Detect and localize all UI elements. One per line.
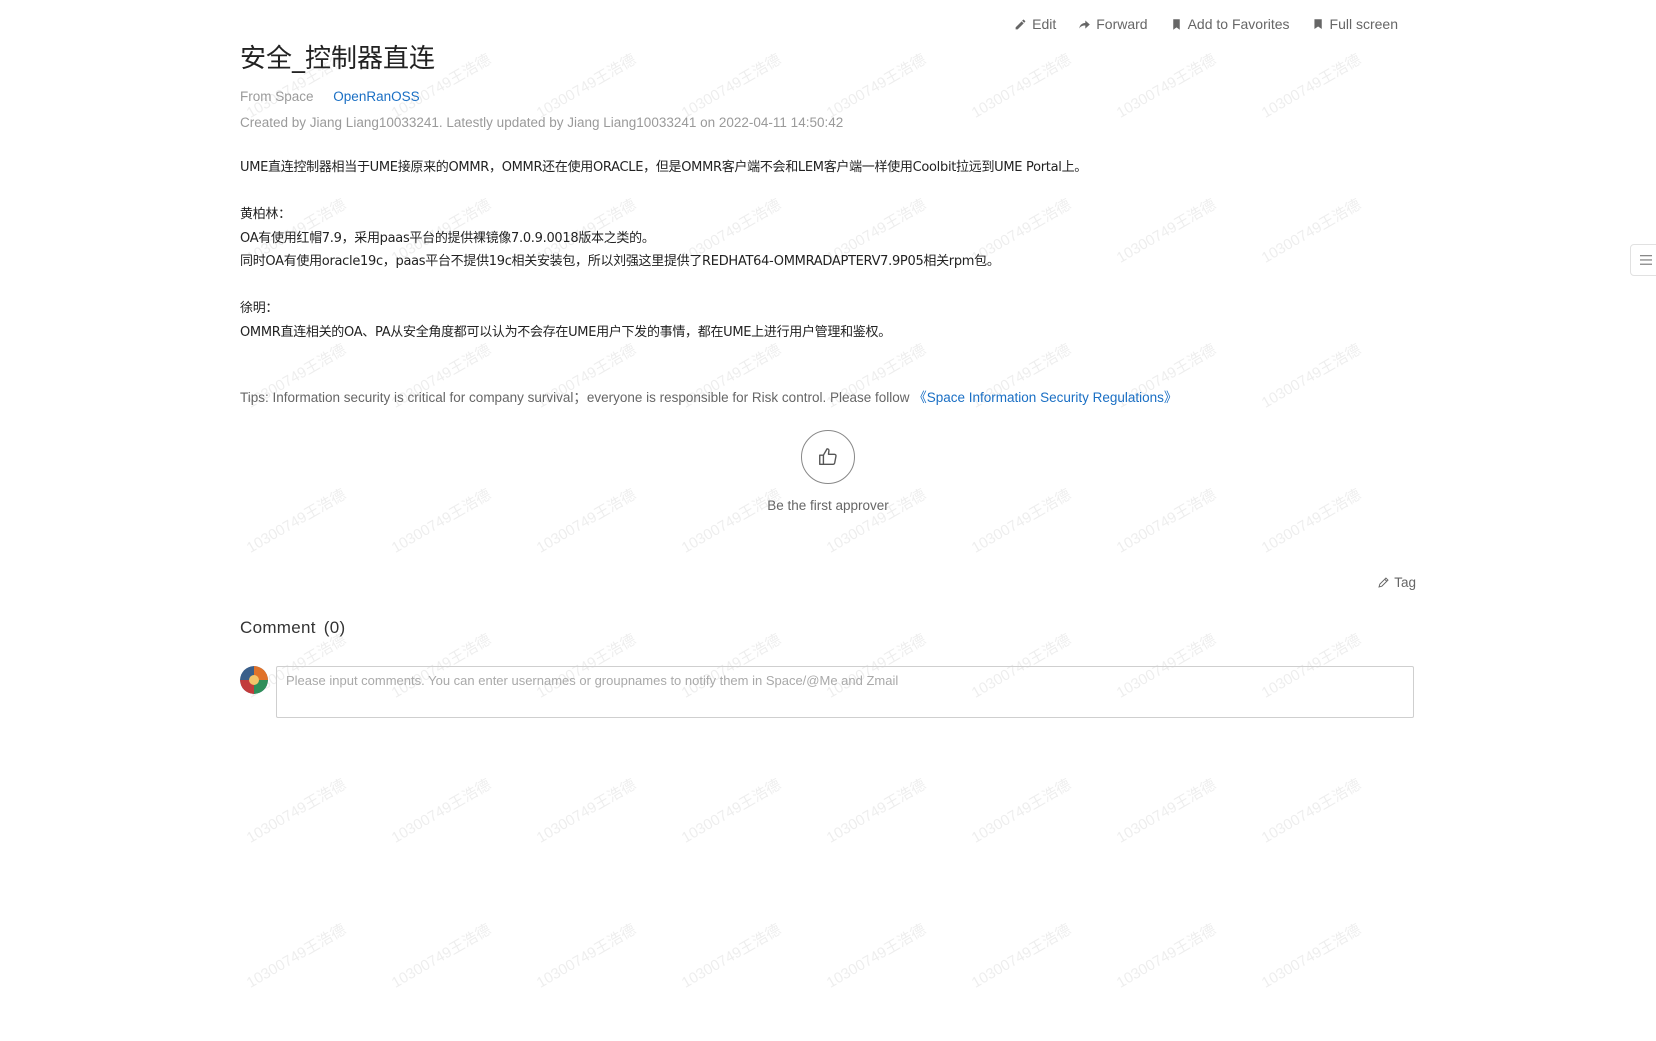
body-paragraph: OA有使用红帽7.9，采用paas平台的提供裸镜像7.0.9.0018版本之类的… xyxy=(240,230,655,246)
comment-input[interactable] xyxy=(276,666,1414,718)
body-paragraph: UME直连控制器相当于UME接原来的OMMR，OMMR还在使用ORACLE，但是… xyxy=(240,160,1087,175)
from-space-label: From Space xyxy=(240,89,314,104)
watermark-text: 10300749王浩德 xyxy=(1113,196,1220,267)
body-paragraph: 黄柏林： xyxy=(240,207,291,222)
watermark-text: 10300749王浩德 xyxy=(823,921,930,992)
watermark-text: 10300749王浩德 xyxy=(1113,776,1220,847)
share-arrow-icon xyxy=(1079,19,1091,29)
thumbs-up-icon xyxy=(819,448,837,466)
watermark-text: 10300749王浩德 xyxy=(968,776,1075,847)
watermark-text: 10300749王浩德 xyxy=(243,921,350,992)
list-icon xyxy=(1640,255,1652,265)
body-paragraph: OMMR直连相关的OA、PA从安全角度都可以认为不会存在UME用户下发的事情，都… xyxy=(240,324,891,340)
first-approver-text: Be the first approver xyxy=(767,498,889,513)
watermark-text: 10300749王浩德 xyxy=(388,921,495,992)
add-to-favorites-button[interactable]: Add to Favorites xyxy=(1170,16,1290,32)
forward-label: Forward xyxy=(1096,16,1148,32)
watermark-text: 10300749王浩德 xyxy=(678,776,785,847)
edit-label: Edit xyxy=(1032,16,1057,32)
watermark-text: 10300749王浩德 xyxy=(1113,51,1220,122)
approve-section: Be the first approver xyxy=(240,430,1416,513)
watermark-text: 10300749王浩德 xyxy=(968,51,1075,122)
body-paragraph: 同时OA有使用oracle19c，paas平台不提供19c相关安装包，所以刘强这… xyxy=(240,254,1000,269)
watermark-text: 10300749王浩德 xyxy=(1258,921,1365,992)
avatar-image xyxy=(240,666,268,694)
watermark-text: 10300749王浩德 xyxy=(1113,921,1220,992)
comment-count: (0) xyxy=(323,618,346,637)
forward-button[interactable]: Forward xyxy=(1078,16,1148,32)
bookmark-icon xyxy=(1172,18,1180,30)
toolbar: Edit Forward Add to Favorites Full scree… xyxy=(1014,16,1398,32)
tag-button[interactable]: Tag xyxy=(1377,575,1416,590)
edit-button[interactable]: Edit xyxy=(1014,16,1056,32)
full-screen-button[interactable]: Full screen xyxy=(1312,16,1398,32)
article-body: UME直连控制器相当于UME接原来的OMMR，OMMR还在使用ORACLE，但是… xyxy=(240,156,1087,344)
pencil-icon xyxy=(1015,19,1026,29)
body-paragraph: 徐明： xyxy=(240,301,279,316)
space-info: From Space OpenRanOSS xyxy=(240,89,420,104)
avatar xyxy=(240,666,268,694)
security-regulations-link[interactable]: 《Space Information Security Regulations》 xyxy=(913,390,1177,405)
watermark-text: 10300749王浩德 xyxy=(678,51,785,122)
watermark-text: 10300749王浩德 xyxy=(968,921,1075,992)
watermark-text: 10300749王浩德 xyxy=(533,921,640,992)
watermark-text: 10300749王浩德 xyxy=(533,776,640,847)
author-meta: Created by Jiang Liang10033241. Latestly… xyxy=(240,115,844,130)
pencil-outline-icon xyxy=(1378,577,1389,588)
watermark-text: 10300749王浩德 xyxy=(678,921,785,992)
watermark-text: 10300749王浩德 xyxy=(243,776,350,847)
tag-label: Tag xyxy=(1394,575,1416,590)
watermark-text: 10300749王浩德 xyxy=(1258,196,1365,267)
watermark-text: 10300749王浩德 xyxy=(533,51,640,122)
space-link[interactable]: OpenRanOSS xyxy=(333,89,419,104)
comment-heading: Comment (0) xyxy=(240,618,345,638)
security-tips: Tips: Information security is critical f… xyxy=(240,386,1177,406)
watermark-text: 10300749王浩德 xyxy=(823,51,930,122)
like-button[interactable] xyxy=(801,430,855,484)
watermark-text: 10300749王浩德 xyxy=(388,776,495,847)
page-title: 安全_控制器直连 xyxy=(240,44,436,74)
tips-text: Tips: Information security is critical f… xyxy=(240,390,914,405)
favorites-label: Add to Favorites xyxy=(1187,16,1290,32)
page: 10300749王浩德 10300749王浩德 10300749王浩德 1030074… xyxy=(0,0,1656,1041)
flag-icon xyxy=(1313,18,1322,29)
watermark-text: 10300749王浩德 xyxy=(1258,51,1365,122)
comment-title: Comment xyxy=(240,618,316,637)
watermark-text: 10300749王浩德 xyxy=(823,776,930,847)
fullscreen-label: Full screen xyxy=(1329,16,1398,32)
watermark-text: 10300749王浩德 xyxy=(1258,776,1365,847)
outline-toggle-button[interactable] xyxy=(1630,244,1656,276)
watermark-text: 10300749王浩德 xyxy=(1258,341,1365,412)
